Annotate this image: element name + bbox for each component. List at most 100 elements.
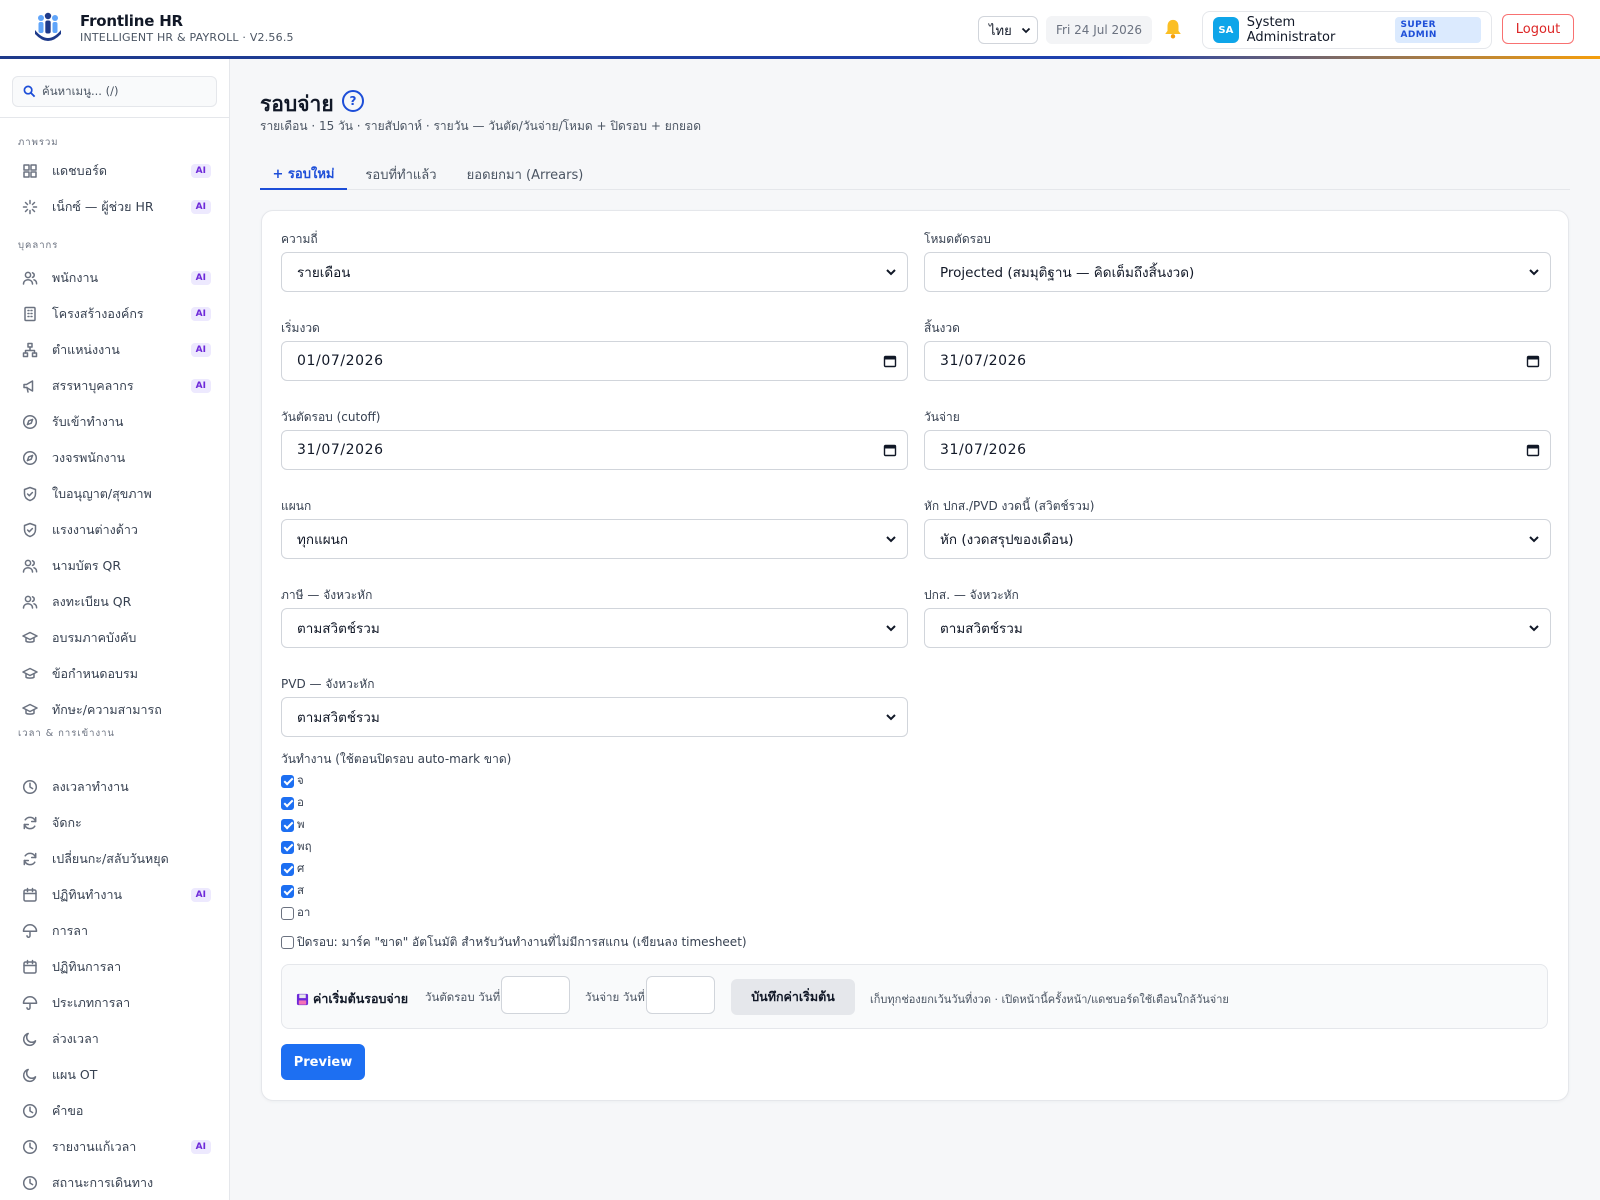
default-cutoff-day-input[interactable] bbox=[501, 976, 570, 1014]
workday-option[interactable]: จ bbox=[281, 772, 304, 790]
sidebar-item[interactable]: สถานะการเดินทาง bbox=[12, 1168, 217, 1198]
sidebar-item[interactable]: เน็กซ์ — ผู้ช่วย HR AI bbox=[12, 192, 217, 222]
sidebar-item[interactable]: ลงทะเบียน QR bbox=[12, 587, 217, 617]
workday-option[interactable]: อา bbox=[281, 904, 310, 922]
sidebar-item[interactable]: แรงงานต่างด้าว bbox=[12, 515, 217, 545]
sso-pvd-select[interactable]: หัก (งวดสรุปของเดือน) bbox=[924, 519, 1551, 559]
sidebar-item-label: แผน OT bbox=[52, 1067, 98, 1082]
cut-mode-label: โหมดตัดรอบ bbox=[924, 232, 991, 246]
period-end-date-input[interactable]: 31/07/2026 bbox=[924, 341, 1551, 381]
ai-badge: AI bbox=[190, 343, 211, 357]
workday-checkbox[interactable] bbox=[281, 774, 294, 788]
sidebar-item[interactable]: แผน OT bbox=[12, 1060, 217, 1090]
workday-checkbox[interactable] bbox=[281, 862, 294, 876]
workday-checkbox[interactable] bbox=[281, 884, 294, 898]
workday-checkbox[interactable] bbox=[281, 818, 294, 832]
cut-mode-select[interactable]: Projected (สมมุติฐาน — คิดเต็มถึงสิ้นงวด… bbox=[924, 252, 1551, 292]
tab-new-run[interactable]: + รอบใหม่ bbox=[260, 158, 347, 190]
default-pay-day-input[interactable] bbox=[646, 976, 715, 1014]
sidebar-item[interactable]: ปฏิทินทำงาน AI bbox=[12, 880, 217, 910]
sidebar-item[interactable]: แดชบอร์ด AI bbox=[12, 156, 217, 186]
sidebar-item[interactable]: จัดกะ bbox=[12, 808, 217, 838]
sidebar-item-label: การลา bbox=[52, 923, 88, 938]
shield-icon bbox=[23, 522, 37, 538]
period-end-label: สิ้นงวด bbox=[924, 321, 960, 335]
bell-icon[interactable] bbox=[1162, 18, 1184, 40]
sidebar-item[interactable]: นามบัตร QR bbox=[12, 551, 217, 581]
sidebar-item-label: ใบอนุญาต/สุขภาพ bbox=[52, 486, 152, 501]
building-icon bbox=[24, 306, 36, 322]
workday-checkbox[interactable] bbox=[281, 840, 294, 854]
sidebar-item-label: ปฏิทินทำงาน bbox=[52, 887, 123, 902]
frequency-select[interactable]: รายเดือน bbox=[281, 252, 908, 292]
sidebar-item[interactable]: ลงเวลาทำงาน bbox=[12, 772, 217, 802]
workday-checkbox[interactable] bbox=[281, 796, 294, 810]
floppy-disk-icon bbox=[296, 993, 309, 1005]
automark-checkbox[interactable] bbox=[281, 936, 294, 949]
help-icon[interactable]: ? bbox=[342, 90, 364, 112]
sidebar-item[interactable]: รับเข้าทำงาน bbox=[12, 407, 217, 437]
period-start-date-input[interactable]: 01/07/2026 bbox=[281, 341, 908, 381]
sidebar-item[interactable]: โครงสร้างองค์กร AI bbox=[12, 299, 217, 329]
sidebar-item[interactable]: คำขอ bbox=[12, 1096, 217, 1126]
brand[interactable]: Frontline HR INTELLIGENT HR & PAYROLL · … bbox=[32, 12, 294, 44]
tax-timing-select[interactable]: ตามสวิตช์รวม bbox=[281, 608, 908, 648]
department-select[interactable]: ทุกแผนก bbox=[281, 519, 908, 559]
calendar-icon bbox=[23, 887, 37, 902]
graduation-cap-icon bbox=[22, 631, 38, 643]
sidebar-item-label: ประเภทการลา bbox=[52, 995, 131, 1010]
cutoff-date-input[interactable]: 31/07/2026 bbox=[281, 430, 908, 470]
user-menu[interactable]: SA System Administrator SUPER ADMIN bbox=[1202, 11, 1492, 49]
chevron-down-icon bbox=[1021, 27, 1031, 34]
automark-absent-option[interactable]: ปิดรอบ: มาร์ค "ขาด" อัตโนมัติ สำหรับวันท… bbox=[281, 933, 747, 952]
chevron-down-icon bbox=[1529, 536, 1539, 543]
cutoff-value: 31/07/2026 bbox=[297, 442, 384, 458]
sidebar-item[interactable]: ปฏิทินการลา bbox=[12, 952, 217, 982]
workday-option[interactable]: พฤ bbox=[281, 838, 312, 856]
pay-date-input[interactable]: 31/07/2026 bbox=[924, 430, 1551, 470]
sidebar-item[interactable]: ประเภทการลา bbox=[12, 988, 217, 1018]
payroll-defaults-bar: ค่าเริ่มต้นรอบจ่าย วันตัดรอบ วันที่ วันจ… bbox=[281, 964, 1548, 1029]
chevron-down-icon bbox=[886, 625, 896, 632]
chevron-down-icon bbox=[886, 714, 896, 721]
role-badge: SUPER ADMIN bbox=[1394, 17, 1481, 43]
sidebar-item[interactable]: วงจรพนักงาน bbox=[12, 443, 217, 473]
workday-label: พฤ bbox=[297, 839, 312, 853]
preview-button[interactable]: Preview bbox=[281, 1044, 365, 1080]
compass-icon bbox=[22, 450, 38, 466]
tab-arrears[interactable]: ยอดยกมา (Arrears) bbox=[456, 158, 594, 190]
sidebar-item[interactable]: ใบอนุญาต/สุขภาพ bbox=[12, 479, 217, 509]
sidebar-item[interactable]: สรรหาบุคลากร AI bbox=[12, 371, 217, 401]
menu-search-input[interactable]: ค้นหาเมนู... (/) bbox=[12, 76, 217, 107]
workday-option[interactable]: พ bbox=[281, 816, 305, 834]
pvd-timing-value: ตามสวิตช์รวม bbox=[297, 710, 380, 726]
ai-badge: AI bbox=[190, 164, 211, 178]
sso-pvd-value: หัก (งวดสรุปของเดือน) bbox=[940, 532, 1074, 548]
workday-option[interactable]: อ bbox=[281, 794, 304, 812]
logout-button[interactable]: Logout bbox=[1502, 14, 1574, 44]
umbrella-icon bbox=[22, 924, 38, 938]
sidebar-item[interactable]: พนักงาน AI bbox=[12, 263, 217, 293]
pvd-timing-select[interactable]: ตามสวิตช์รวม bbox=[281, 697, 908, 737]
sidebar-item-label: วงจรพนักงาน bbox=[52, 450, 126, 465]
sidebar-item[interactable]: ตำแหน่งงาน AI bbox=[12, 335, 217, 365]
sidebar-item[interactable]: รายงานแก้เวลา AI bbox=[12, 1132, 217, 1162]
sidebar-item-label: พนักงาน bbox=[52, 270, 99, 285]
sidebar-item-label: สถานะการเดินทาง bbox=[52, 1175, 154, 1190]
sso-timing-select[interactable]: ตามสวิตช์รวม bbox=[924, 608, 1551, 648]
sidebar: ค้นหาเมนู... (/) ภาพรวม บุคลากร เวลา & ก… bbox=[0, 59, 230, 1200]
sidebar-item[interactable]: ทักษะ/ความสามารถ bbox=[12, 695, 217, 725]
language-select[interactable]: ไทย bbox=[978, 16, 1038, 44]
workday-checkbox[interactable] bbox=[281, 906, 294, 920]
sidebar-item[interactable]: เปลี่ยนกะ/สลับวันหยุด bbox=[12, 844, 217, 874]
save-defaults-button[interactable]: บันทึกค่าเริ่มต้น bbox=[731, 979, 855, 1015]
tab-completed-runs[interactable]: รอบที่ทำแล้ว bbox=[357, 158, 445, 190]
sso-timing-value: ตามสวิตช์รวม bbox=[940, 621, 1023, 637]
workday-option[interactable]: ศ bbox=[281, 860, 304, 878]
sidebar-item[interactable]: ข้อกำหนดอบรม bbox=[12, 659, 217, 689]
sidebar-item[interactable]: ล่วงเวลา bbox=[12, 1024, 217, 1054]
sidebar-item[interactable]: การลา bbox=[12, 916, 217, 946]
sidebar-item[interactable]: อบรมภาคบังคับ bbox=[12, 623, 217, 653]
workday-option[interactable]: ส bbox=[281, 882, 304, 900]
pvd-timing-label: PVD — จังหวะหัก bbox=[281, 677, 375, 691]
